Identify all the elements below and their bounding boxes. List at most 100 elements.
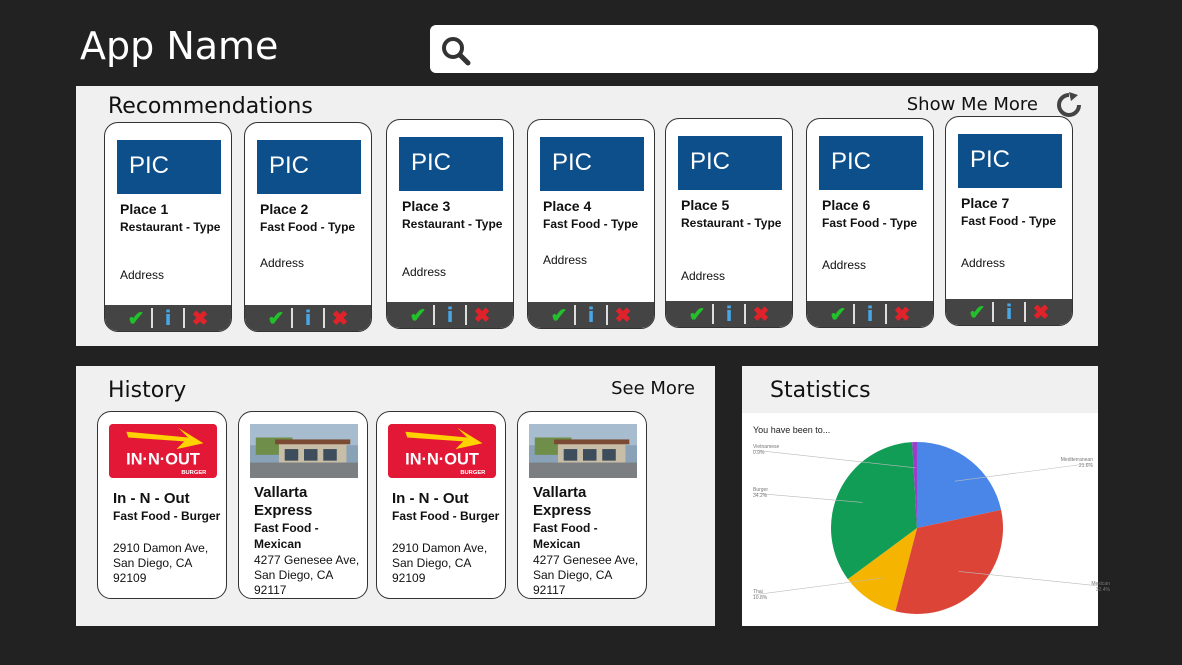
place-name: Place 4 [543,198,592,214]
history-place-type: Fast Food - Burger [392,509,500,523]
place-address: Address [822,258,867,272]
card-action-bar: ✔ i ✖ [387,302,513,328]
place-address: Address [543,253,588,267]
dismiss-icon[interactable]: ✖ [467,302,497,328]
place-type: Restaurant - Type [120,220,221,234]
place-type: Fast Food - Type [822,216,918,230]
pie-label-burger: Burger 34.2% [753,487,801,499]
recommendation-card[interactable]: PIC Place 7 Fast Food - Type Address ✔ i… [945,116,1073,326]
history-place-name: Vallarta Express [254,484,313,519]
check-icon[interactable]: ✔ [544,302,574,328]
place-name: Place 5 [681,197,730,213]
refresh-icon[interactable] [1056,92,1082,118]
in-n-out-logo: IN·N·OUT BURGER [388,424,496,478]
check-icon[interactable]: ✔ [261,305,291,331]
info-icon[interactable]: i [435,302,465,328]
place-address: Address [961,256,1006,270]
info-icon[interactable]: i [576,302,606,328]
dismiss-icon[interactable]: ✖ [746,301,776,327]
show-me-more-link[interactable]: Show Me More [907,94,1038,115]
place-name: Place 6 [822,197,871,213]
place-picture: PIC [678,136,782,190]
recommendation-card[interactable]: PIC Place 5 Restaurant - Type Address ✔ … [665,118,793,328]
place-picture: PIC [958,134,1062,188]
check-icon[interactable]: ✔ [682,301,712,327]
history-card[interactable]: IN·N·OUT BURGER In - N - Out Fast Food -… [376,411,506,599]
card-action-bar: ✔ i ✖ [666,301,792,327]
recommendation-card[interactable]: PIC Place 4 Fast Food - Type Address ✔ i… [527,119,655,329]
place-address: Address [681,269,726,283]
history-place-address: 2910 Damon Ave, San Diego, CA 92109 [113,541,209,585]
recommendation-card[interactable]: PIC Place 6 Fast Food - Type Address ✔ i… [806,118,934,328]
info-icon[interactable]: i [855,301,885,327]
card-action-bar: ✔ i ✖ [946,299,1072,325]
svg-text:IN·N·OUT: IN·N·OUT [405,451,479,469]
pie-label-mexican: Mexican 32.4% [1062,581,1110,593]
place-picture: PIC [540,137,644,191]
dismiss-icon[interactable]: ✖ [185,305,215,331]
check-icon[interactable]: ✔ [823,301,853,327]
dismiss-icon[interactable]: ✖ [887,301,917,327]
search-input[interactable] [430,25,1098,73]
info-icon[interactable]: i [714,301,744,327]
see-more-link[interactable]: See More [611,378,695,399]
dismiss-icon[interactable]: ✖ [325,305,355,331]
statistics-panel: Statistics You have been to... Mediterra… [742,366,1110,626]
check-icon[interactable]: ✔ [962,299,992,325]
restaurant-photo [529,424,637,478]
history-card[interactable]: Vallarta Express Fast Food - Mexican 427… [238,411,368,599]
history-card[interactable]: Vallarta Express Fast Food - Mexican 427… [517,411,647,599]
search-icon[interactable] [440,35,472,67]
in-n-out-logo: IN·N·OUT BURGER [109,424,217,478]
history-card[interactable]: IN·N·OUT BURGER In - N - Out Fast Food -… [97,411,227,599]
history-title: History [108,378,187,403]
pie-label-vietnamese: Vietnamese 0.9% [753,444,801,456]
dismiss-icon[interactable]: ✖ [608,302,638,328]
recommendation-card[interactable]: PIC Place 2 Fast Food - Type Address ✔ i… [244,122,372,332]
check-icon[interactable]: ✔ [403,302,433,328]
pie-label-percent: 34.2% [753,493,768,499]
place-picture: PIC [117,140,221,194]
statistics-title: Statistics [770,378,871,403]
card-action-bar: ✔ i ✖ [807,301,933,327]
place-address: Address [402,265,447,279]
pie-label-percent: 10.8% [753,595,768,601]
history-place-type: Fast Food - Burger [113,509,221,523]
svg-text:BURGER: BURGER [460,470,486,476]
pie-label-percent: 0.9% [753,450,765,456]
info-icon[interactable]: i [293,305,323,331]
place-name: Place 7 [961,195,1010,211]
info-icon[interactable]: i [994,299,1024,325]
card-action-bar: ✔ i ✖ [245,305,371,331]
history-place-address: 4277 Genesee Ave, San Diego, CA 92117 [254,553,360,597]
history-place-name: In - N - Out [392,490,469,507]
pie-chart: You have been to... Mediterranean 21.6% Me… [742,413,1110,626]
place-type: Restaurant - Type [681,216,782,230]
place-name: Place 3 [402,198,451,214]
restaurant-photo [250,424,358,478]
check-icon[interactable]: ✔ [121,305,151,331]
place-picture: PIC [257,140,361,194]
recommendation-card[interactable]: PIC Place 1 Restaurant - Type Address ✔ … [104,122,232,332]
place-type: Fast Food - Type [961,214,1057,228]
history-place-name: In - N - Out [113,490,190,507]
place-name: Place 2 [260,201,309,217]
card-action-bar: ✔ i ✖ [105,305,231,331]
app-title: App Name [80,24,279,68]
place-address: Address [260,256,305,270]
recommendations-panel: Recommendations Show Me More PIC Place 1… [76,86,1098,346]
recommendations-title: Recommendations [108,94,313,119]
recommendation-card[interactable]: PIC Place 3 Restaurant - Type Address ✔ … [386,119,514,329]
svg-text:IN·N·OUT: IN·N·OUT [126,451,200,469]
history-place-type: Fast Food - Mexican [254,521,319,551]
card-action-bar: ✔ i ✖ [528,302,654,328]
place-picture: PIC [819,136,923,190]
place-type: Restaurant - Type [402,217,503,231]
history-place-address: 2910 Damon Ave, San Diego, CA 92109 [392,541,488,585]
history-place-type: Fast Food - Mexican [533,521,598,551]
place-address: Address [120,268,165,282]
info-icon[interactable]: i [153,305,183,331]
history-panel: History See More IN·N·OUT BURGER In - N … [76,366,715,626]
dismiss-icon[interactable]: ✖ [1026,299,1056,325]
history-place-address: 4277 Genesee Ave, San Diego, CA 92117 [533,553,639,597]
